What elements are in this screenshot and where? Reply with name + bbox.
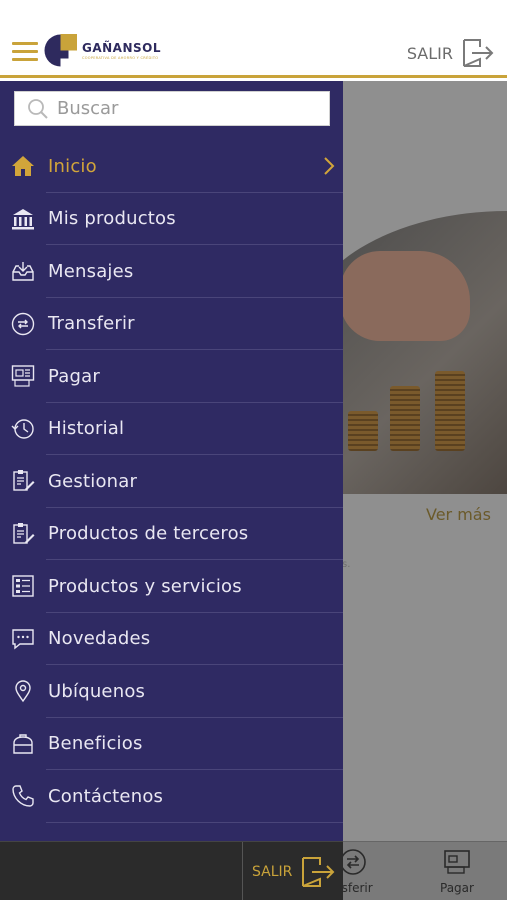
- benefits-icon: [10, 731, 36, 757]
- menu-item-productos-y-servicios[interactable]: Productos y servicios: [0, 560, 343, 613]
- drawer-logout-button[interactable]: SALIR: [252, 856, 336, 888]
- search-box[interactable]: [14, 91, 330, 126]
- menu-item-mis-productos[interactable]: Mis productos: [0, 193, 343, 246]
- logo-name: GAÑANSOL: [82, 41, 161, 55]
- home-icon: [10, 153, 36, 179]
- background-text: s.: [342, 559, 351, 570]
- bottom-nav-pagar-label: Pagar: [440, 881, 474, 895]
- search-icon: [28, 98, 48, 119]
- menu-item-historial[interactable]: Historial: [0, 403, 343, 456]
- pay-icon: [10, 363, 36, 389]
- brand-logo: GAÑANSOL COOPERATIVA DE AHORRO Y CRÉDITO: [44, 34, 161, 67]
- menu-item-mensajes[interactable]: Mensajes: [0, 245, 343, 298]
- coin-stack: [390, 386, 420, 451]
- menu-item-transferir[interactable]: Transferir: [0, 298, 343, 351]
- menu-item-label: Mis productos: [48, 208, 176, 230]
- logout-icon: [302, 857, 335, 887]
- hamburger-bar: [12, 58, 38, 61]
- menu-item-label: Ubíquenos: [48, 680, 146, 702]
- menu-item-beneficios[interactable]: Beneficios: [0, 718, 343, 771]
- menu-item-ubiquenos[interactable]: Ubíquenos: [0, 665, 343, 718]
- menu-item-label: Productos y servicios: [48, 575, 242, 597]
- third-party-icon: [10, 521, 36, 547]
- logout-label: SALIR: [406, 43, 453, 63]
- hamburger-bar: [12, 42, 38, 45]
- inbox-icon: [10, 258, 36, 284]
- bank-icon: [10, 206, 36, 232]
- transfer-icon: [340, 849, 367, 875]
- menu-item-label: Contáctenos: [48, 785, 164, 807]
- phone-icon: [10, 783, 36, 809]
- transfer-icon: [10, 311, 36, 337]
- menu-item-label: Historial: [48, 418, 125, 440]
- menu-item-label: Productos de terceros: [48, 523, 249, 545]
- menu-item-label: Gestionar: [48, 470, 138, 492]
- search-input[interactable]: [57, 98, 307, 119]
- menu-item-contactenos[interactable]: Contáctenos: [0, 770, 343, 823]
- menu-item-label: Transferir: [48, 313, 135, 335]
- drawer-footer: SALIR: [0, 841, 343, 900]
- menu-toggle-button[interactable]: [12, 42, 38, 62]
- menu-item-label: Inicio: [48, 155, 97, 177]
- coin-stack: [435, 371, 465, 451]
- services-icon: [10, 573, 36, 599]
- menu-item-label: Novedades: [48, 628, 151, 650]
- app-header: GAÑANSOL COOPERATIVA DE AHORRO Y CRÉDITO…: [0, 0, 507, 78]
- menu-item-pagar[interactable]: Pagar: [0, 350, 343, 403]
- menu-item-inicio[interactable]: Inicio: [0, 140, 343, 193]
- side-drawer: Inicio Mis productos Mensajes Transferir: [0, 81, 343, 841]
- ver-mas-link[interactable]: Ver más: [426, 505, 491, 524]
- menu-item-novedades[interactable]: Novedades: [0, 613, 343, 666]
- menu-item-label: Beneficios: [48, 733, 143, 755]
- menu-item-label: Pagar: [48, 365, 100, 387]
- logo-tagline: COOPERATIVA DE AHORRO Y CRÉDITO: [82, 56, 159, 60]
- menu-item-gestionar[interactable]: Gestionar: [0, 455, 343, 508]
- chevron-right-icon: [324, 157, 335, 175]
- bottom-nav-pagar[interactable]: Pagar: [440, 848, 474, 895]
- news-icon: [10, 626, 36, 652]
- hand-shape: [340, 251, 470, 341]
- footer-divider: [242, 842, 243, 900]
- location-icon: [10, 678, 36, 704]
- menu-item-productos-de-terceros[interactable]: Productos de terceros: [0, 508, 343, 561]
- logout-icon: [463, 39, 494, 67]
- history-icon: [10, 416, 36, 442]
- drawer-logout-label: SALIR: [252, 864, 293, 880]
- pay-icon: [444, 850, 470, 874]
- manage-icon: [10, 468, 36, 494]
- drawer-menu: Inicio Mis productos Mensajes Transferir: [0, 140, 343, 823]
- logo-mark-icon: [44, 34, 77, 67]
- coin-stack: [348, 411, 378, 451]
- logout-button[interactable]: SALIR: [407, 38, 495, 68]
- hamburger-bar: [12, 50, 38, 53]
- menu-item-label: Mensajes: [48, 260, 134, 282]
